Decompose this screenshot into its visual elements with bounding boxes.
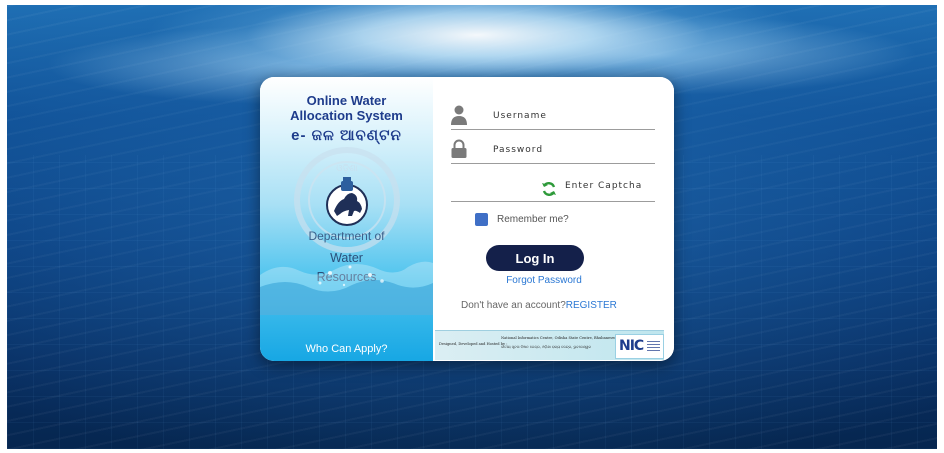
username-field xyxy=(451,101,655,130)
department-line: Department of xyxy=(308,229,385,243)
login-form-panel: Remember me? Log In Forgot Password Don'… xyxy=(433,77,674,361)
password-input[interactable] xyxy=(491,141,655,159)
water-splash-decoration xyxy=(260,261,433,315)
username-input[interactable] xyxy=(491,107,655,125)
water-background: Online Water Allocation System e- ଜଳ ଆବଣ… xyxy=(7,5,937,449)
remember-me-label: Remember me? xyxy=(497,214,569,225)
nic-name-odia: ଜାତୀୟ ସୂଚନା ବିଜ୍ଞାନ କେନ୍ଦ୍ର, ଓଡ଼ିଶା ରାଜ୍… xyxy=(501,345,592,349)
nic-footer-banner: Designed, Developed and Hosted by : Nati… xyxy=(435,330,664,360)
app-subtitle-odia: e- ଜଳ ଆବଣ୍ଟନ xyxy=(291,127,402,144)
login-card: Online Water Allocation System e- ଜଳ ଆବଣ… xyxy=(260,77,674,361)
user-icon xyxy=(451,105,467,125)
nic-name-english: National Informatics Centre, Odisha Stat… xyxy=(501,336,619,340)
nic-logo-stripes xyxy=(647,341,660,352)
nic-logo-text: NIC xyxy=(619,338,644,354)
who-can-apply-link[interactable]: Who Can Apply? xyxy=(260,343,433,355)
no-account-text: Don't have an account? xyxy=(461,300,566,311)
svg-text:ଓଡ଼ିଶା: ଓଡ଼ିଶା xyxy=(336,163,358,174)
branding-panel: Online Water Allocation System e- ଜଳ ଆବଣ… xyxy=(260,77,433,361)
captcha-input[interactable] xyxy=(563,177,663,195)
remember-me-checkbox[interactable] xyxy=(475,213,488,226)
captcha-underline xyxy=(451,201,655,202)
app-title-line2: Allocation System xyxy=(290,108,403,123)
lock-icon xyxy=(451,139,467,158)
refresh-icon[interactable] xyxy=(541,181,557,197)
login-button[interactable]: Log In xyxy=(486,245,584,271)
register-link[interactable]: REGISTER xyxy=(566,300,617,311)
nic-logo: NIC xyxy=(615,334,664,359)
forgot-password-link[interactable]: Forgot Password xyxy=(433,275,655,286)
password-field xyxy=(451,135,655,164)
app-title-line1: Online Water xyxy=(306,93,387,108)
register-prompt: Don't have an account?REGISTER xyxy=(461,300,617,311)
designed-by-text: Designed, Developed and Hosted by : xyxy=(439,342,508,346)
